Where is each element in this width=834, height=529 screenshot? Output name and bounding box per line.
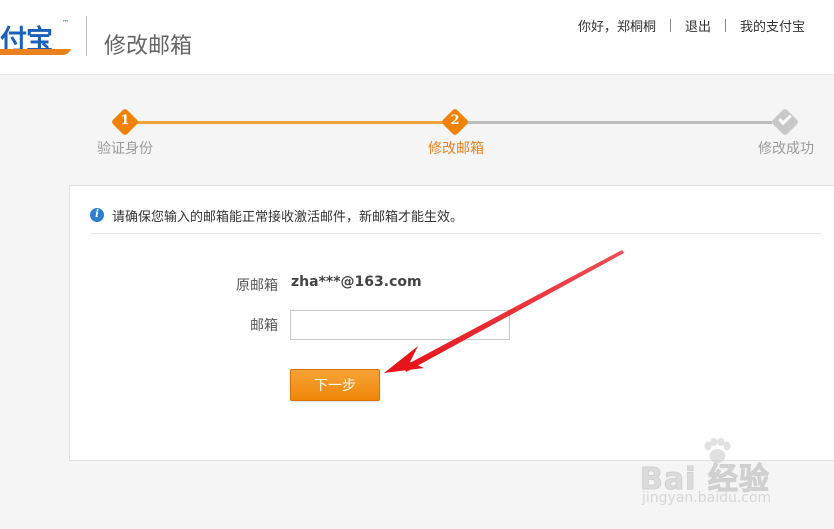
step-3-node (770, 107, 800, 137)
step-1-label: 验证身份 (97, 141, 153, 157)
new-email-label: 邮箱 (250, 318, 278, 334)
logout-link[interactable]: 退出 (685, 16, 711, 35)
baidu-jingyan-watermark: Bai 经验 jingyan.baidu.com (636, 436, 826, 516)
page-title: 修改邮箱 (104, 34, 193, 59)
progress-track-done (137, 121, 444, 124)
page-header: 付宝 ™ 修改邮箱 你好，郑桐桐 退出 我的支付宝 (0, 0, 834, 75)
top-links: 你好，郑桐桐 退出 我的支付宝 (578, 16, 805, 35)
step-2-number: 2 (450, 113, 460, 128)
link-divider (724, 19, 726, 32)
notice-bar: i 请确保您输入的邮箱能正常接收激活邮件，新邮箱才能生效。 (90, 206, 822, 234)
greeting-link[interactable]: 你好，郑桐桐 (578, 16, 656, 35)
my-alipay-link[interactable]: 我的支付宝 (740, 16, 805, 35)
change-email-panel: i 请确保您输入的邮箱能正常接收激活邮件，新邮箱才能生效。 原邮箱 zha***… (69, 185, 834, 461)
notice-text: 请确保您输入的邮箱能正常接收激活邮件，新邮箱才能生效。 (112, 210, 464, 225)
next-step-button[interactable]: 下一步 (290, 369, 380, 401)
step-2-node: 2 (440, 107, 470, 137)
logo-trademark: ™ (62, 19, 69, 27)
original-email-value: zha***@163.com (291, 274, 422, 290)
logo-swoosh-icon (0, 49, 72, 55)
new-email-input[interactable] (290, 310, 510, 340)
step-1-number: 1 (120, 113, 130, 128)
link-divider (669, 19, 671, 32)
original-email-label: 原邮箱 (236, 278, 278, 294)
step-3-label: 修改成功 (758, 141, 814, 157)
progress-track-pending (467, 121, 772, 124)
watermark-sub-text: jingyan.baidu.com (642, 490, 772, 506)
step-1-node: 1 (110, 107, 140, 137)
progress-steps: 1 验证身份 2 修改邮箱 修改成功 (0, 100, 834, 160)
info-icon: i (90, 208, 104, 222)
alipay-logo[interactable]: 付宝 ™ (0, 16, 74, 58)
header-divider (86, 16, 87, 56)
step-2-label: 修改邮箱 (428, 141, 484, 157)
